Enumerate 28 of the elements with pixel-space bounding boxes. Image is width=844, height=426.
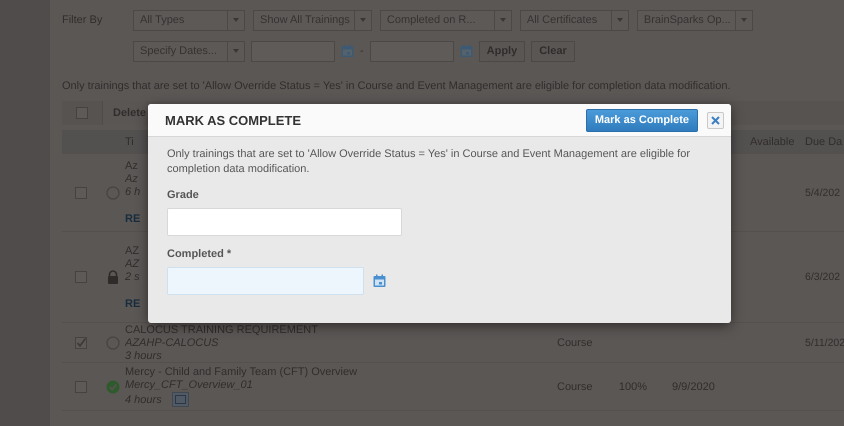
training-link[interactable]: RE xyxy=(125,213,140,225)
checkbox[interactable] xyxy=(75,336,87,348)
date-separator: - xyxy=(360,45,364,57)
modal-title: MARK AS COMPLETE xyxy=(165,112,302,128)
calendar-icon[interactable] xyxy=(341,44,354,58)
calendar-icon[interactable] xyxy=(460,44,473,58)
field-label: Grade xyxy=(167,189,200,201)
checkbox[interactable] xyxy=(75,271,87,283)
checkbox[interactable] xyxy=(75,186,87,198)
close-icon xyxy=(711,116,720,124)
date-field[interactable] xyxy=(167,267,364,295)
calendar-icon[interactable] xyxy=(373,274,386,288)
modal-notice: Only trainings that are set to 'Allow Override Status = Yes' in Course and Event Management are eligible for completion data modification. xyxy=(167,147,692,177)
caret-icon xyxy=(233,18,239,22)
checkbox[interactable] xyxy=(76,107,88,119)
checkbox[interactable] xyxy=(75,380,87,392)
caret-icon xyxy=(740,18,747,22)
grade-field[interactable] xyxy=(167,208,402,236)
close-button[interactable] xyxy=(707,112,724,128)
caret-icon xyxy=(616,18,623,22)
screen-icon xyxy=(174,395,186,404)
caret-icon xyxy=(233,49,239,53)
mark-complete-button[interactable]: Mark as Complete xyxy=(586,108,698,132)
media-button[interactable] xyxy=(172,392,189,407)
field-label: Completed * xyxy=(167,248,232,260)
caret-icon xyxy=(360,18,366,22)
caret-icon xyxy=(500,18,506,22)
training-link[interactable]: RE xyxy=(125,298,140,310)
